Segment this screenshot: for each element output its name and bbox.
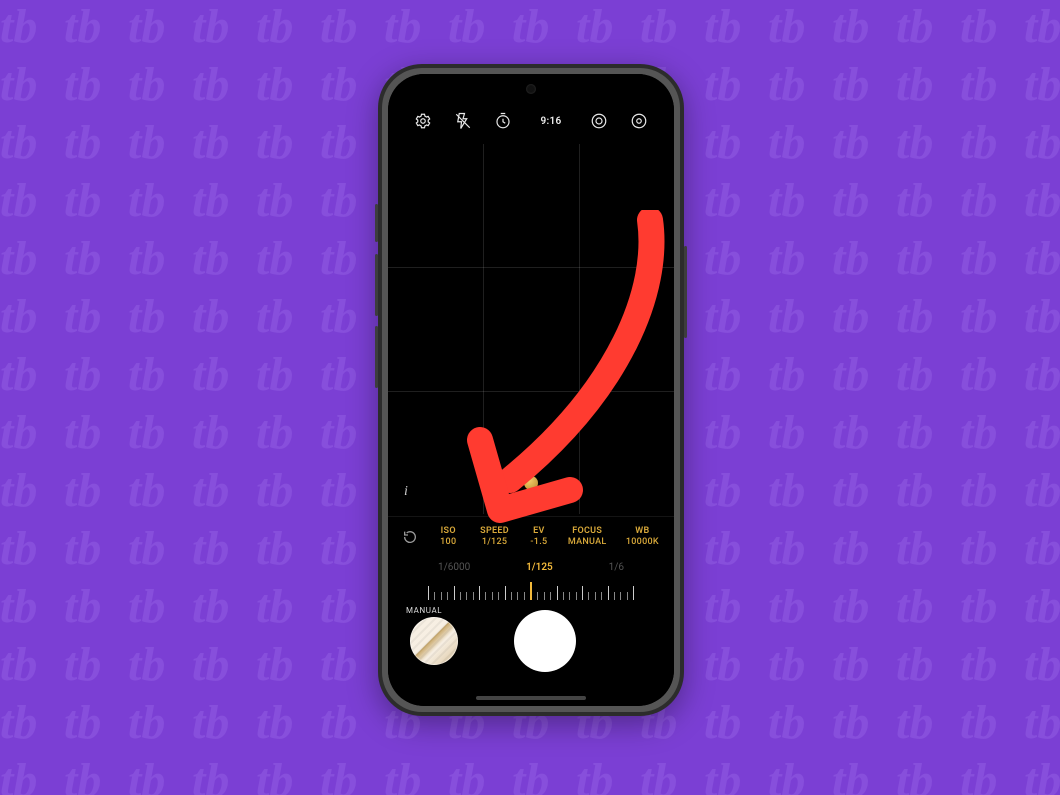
front-camera-punch-hole bbox=[526, 84, 536, 94]
phone-frame-inner: 9:16 i bbox=[382, 68, 680, 712]
grid-line bbox=[388, 267, 674, 268]
param-value: 10000K bbox=[621, 538, 664, 548]
param-label: EV bbox=[524, 527, 553, 537]
param-value: -1.5 bbox=[524, 538, 553, 548]
phone-volume-up bbox=[375, 254, 378, 316]
flash-off-icon[interactable] bbox=[454, 112, 472, 130]
grid-line bbox=[388, 391, 674, 392]
metering-icon[interactable] bbox=[590, 112, 608, 130]
grid-line bbox=[579, 144, 580, 514]
param-label: ISO bbox=[432, 527, 465, 537]
param-focus[interactable]: FOCUS MANUAL bbox=[564, 527, 611, 548]
slider-current-label: 1/125 bbox=[526, 562, 553, 573]
focus-indicator-dot bbox=[524, 476, 538, 490]
phone-side-button bbox=[375, 204, 378, 242]
slider-ticks[interactable] bbox=[428, 582, 634, 600]
param-wb[interactable]: WB 10000K bbox=[621, 527, 664, 548]
manual-parameter-row: ISO 100 SPEED 1/125 EV -1.5 FOCUS MANUAL bbox=[388, 516, 674, 557]
slider-center-tick bbox=[530, 582, 532, 600]
camera-bottom-controls bbox=[388, 602, 674, 680]
grid-line bbox=[483, 144, 484, 514]
info-button[interactable]: i bbox=[404, 484, 408, 500]
camera-viewfinder[interactable]: i bbox=[388, 144, 674, 514]
param-speed[interactable]: SPEED 1/125 bbox=[475, 527, 514, 548]
camera-top-controls: 9:16 bbox=[388, 108, 674, 134]
param-value: 1/125 bbox=[475, 538, 514, 548]
home-indicator[interactable] bbox=[476, 696, 586, 700]
aspect-ratio-button[interactable]: 9:16 bbox=[534, 114, 567, 129]
slider-min-label: 1/6000 bbox=[438, 562, 470, 573]
phone-bezel: 9:16 i bbox=[388, 74, 674, 706]
phone-mockup: 9:16 i bbox=[378, 64, 684, 716]
param-label: WB bbox=[621, 527, 664, 537]
phone-power-button bbox=[684, 246, 687, 338]
slider-max-label: 1/6 bbox=[609, 562, 624, 573]
param-ev[interactable]: EV -1.5 bbox=[524, 527, 553, 548]
reset-button[interactable] bbox=[398, 525, 422, 549]
shutter-button[interactable] bbox=[514, 610, 576, 672]
param-label: FOCUS bbox=[564, 527, 611, 537]
slider-labels: 1/6000 1/125 1/6 bbox=[388, 562, 674, 573]
timer-icon[interactable] bbox=[494, 112, 512, 130]
param-iso[interactable]: ISO 100 bbox=[432, 527, 465, 548]
gallery-thumbnail[interactable] bbox=[410, 617, 458, 665]
phone-volume-down bbox=[375, 326, 378, 388]
circle-settings-icon[interactable] bbox=[630, 112, 648, 130]
param-value: 100 bbox=[432, 538, 465, 548]
gear-icon[interactable] bbox=[414, 112, 432, 130]
param-label: SPEED bbox=[475, 527, 514, 537]
camera-app-screen: 9:16 i bbox=[388, 74, 674, 706]
param-value: MANUAL bbox=[564, 538, 611, 548]
